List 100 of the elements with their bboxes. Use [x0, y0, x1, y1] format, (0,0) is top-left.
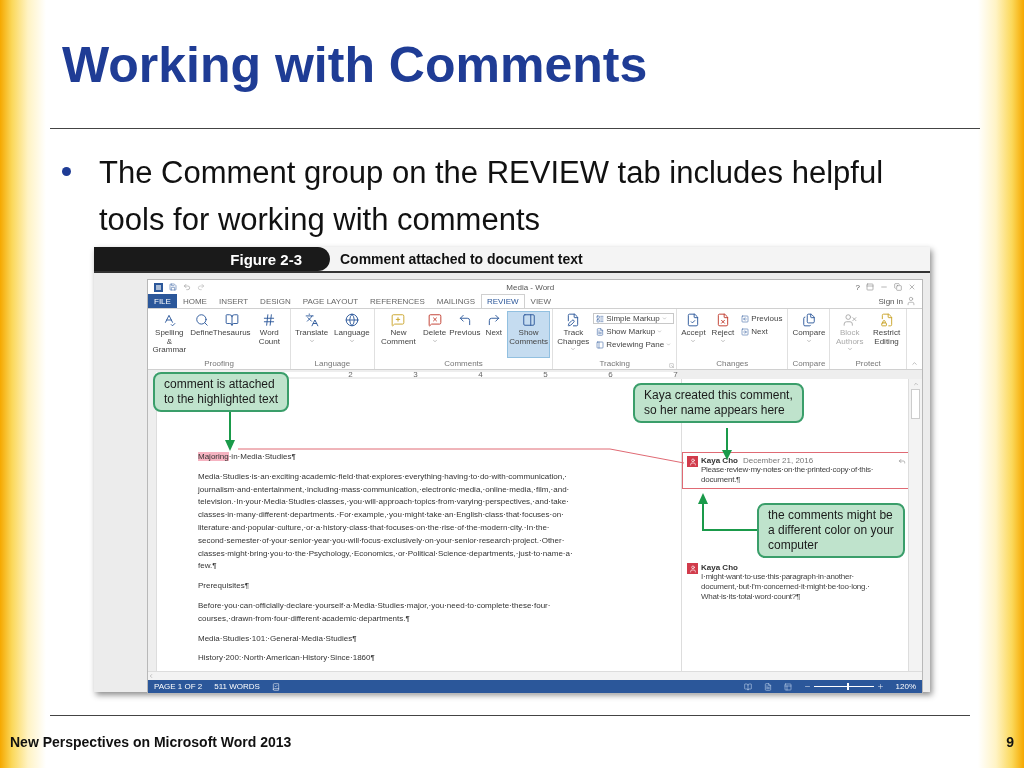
arrow-right-icon [486, 313, 501, 327]
comment-text: I·might·want·to·use·this·paragraph·in·another· document,·but·I'm·concerned·it·might·be·too·long.· What·is·its·total·word·count?¶ [701, 572, 871, 602]
comment-delete-icon [427, 313, 442, 327]
files-icon [801, 313, 816, 327]
ribbon-button[interactable]: Define [190, 311, 213, 358]
redo-icon[interactable] [197, 283, 205, 291]
ribbon-button[interactable]: Previous [738, 313, 786, 324]
ribbon-button[interactable]: Language [332, 311, 372, 358]
ribbon-button[interactable]: Delete [422, 311, 447, 358]
ribbon-button[interactable]: Show Comments [506, 311, 551, 358]
ruler-number: 7 [672, 370, 679, 379]
scroll-up-icon[interactable] [912, 381, 919, 387]
callout: Kaya created this comment, so her name appears here [633, 383, 804, 423]
dialog-launcher-icon[interactable] [669, 363, 675, 368]
comment-plus-icon [391, 313, 406, 327]
ruler-number: 5 [542, 370, 549, 379]
ribbon-button[interactable]: Thesaurus [214, 311, 249, 358]
ribbon-button[interactable]: Track Changes [555, 311, 592, 358]
reply-icon[interactable] [898, 456, 906, 465]
pane-icon [596, 340, 605, 349]
ribbon-button[interactable]: Reviewing Pane [593, 339, 675, 350]
callout: comment is attached to the highlighted text [153, 372, 290, 412]
file-x-icon [715, 313, 730, 327]
ribbon-button[interactable]: Spelling & Grammar [150, 311, 189, 358]
word-count[interactable]: 511 WORDS [214, 682, 260, 691]
comment-date: December 21, 2016 [742, 456, 814, 465]
group-label: Tracking [599, 359, 630, 368]
app-logo-icon [154, 282, 163, 292]
globe-icon [344, 313, 359, 327]
vertical-scrollbar[interactable] [908, 379, 922, 671]
zoom-out-icon[interactable] [803, 683, 811, 690]
undo-icon[interactable] [183, 283, 191, 291]
ruler-number: 4 [477, 370, 484, 379]
ribbon-button[interactable]: Translate [293, 311, 331, 358]
group-label: Compare [792, 359, 826, 368]
minimize-icon[interactable] [880, 283, 888, 291]
save-icon[interactable] [169, 283, 177, 291]
document-paragraph: Prerequisites¶ [198, 580, 250, 593]
ribbon-button[interactable]: Next [482, 311, 505, 358]
callout-arrow [225, 410, 235, 451]
document-icon [596, 327, 605, 336]
footer-text: New Perspectives on Microsoft Word 2013 [10, 734, 292, 750]
ribbon-display-icon[interactable] [866, 283, 874, 291]
figure-caption: Comment attached to document text [340, 251, 583, 267]
help-button[interactable]: ? [855, 282, 860, 292]
scroll-left-icon[interactable] [148, 673, 154, 679]
figure-number: Figure 2-3 [94, 247, 330, 271]
user-icon [906, 296, 916, 306]
avatar-icon [687, 563, 698, 574]
close-icon[interactable] [908, 283, 916, 291]
file-check-icon [686, 313, 701, 327]
horizontal-scrollbar[interactable] [148, 671, 922, 680]
slide-title: Working with Comments [62, 36, 649, 95]
bullet-icon [62, 167, 71, 176]
comment-text: Please·review·my·notes·on·the·printed·copy·of·this· document.¶ [701, 465, 875, 485]
arrow-left-icon [741, 314, 750, 323]
comment-card[interactable]: Kaya Cho December 21, 2016 Please·review·my·notes·on·the·printed·copy·of·this· document.¶ [682, 452, 908, 489]
document-heading: Majoring·in·Media·Studies¶ [198, 451, 297, 463]
ribbon-button[interactable]: New Comment [376, 311, 421, 358]
restore-icon[interactable] [894, 283, 902, 291]
collapse-icon[interactable] [911, 360, 918, 367]
ribbon-button[interactable]: Reject [709, 311, 737, 358]
ribbon-tab[interactable]: FILE [148, 294, 177, 308]
web-layout-icon[interactable] [783, 682, 792, 691]
callout-arrow [698, 493, 758, 531]
window-title: Media - Word [505, 282, 556, 292]
comment-card[interactable]: Kaya Cho I·might·want·to·use·this·paragraph·in·another· document,·but·I'm·concerned·it·might·be·too·long.· What·is·its·total·word·count?¶ [682, 559, 908, 606]
ribbon-button[interactable]: Compare [790, 311, 828, 358]
document-paragraph: History·200:·North·American·History·Since·1860¶ [198, 652, 376, 665]
sign-in-link[interactable]: Sign in [878, 296, 903, 306]
zoom-in-icon[interactable] [876, 683, 884, 690]
page-count[interactable]: PAGE 1 OF 2 [154, 682, 203, 691]
document-paragraph: Media·Studies·101:·General·Media·Studies¶ [198, 632, 358, 645]
scrollbar-thumb[interactable] [911, 389, 920, 419]
markup-dropdown[interactable]: Simple Markup [593, 313, 675, 324]
proofing-icon[interactable] [271, 682, 280, 691]
ribbon-button[interactable]: Show Markup [593, 326, 675, 337]
panel-icon [521, 313, 536, 327]
arrow-right-icon [741, 327, 750, 336]
ruler-number: 2 [347, 370, 354, 379]
zoom-level[interactable]: 120% [895, 682, 916, 691]
ribbon-button[interactable]: Word Count [250, 311, 289, 358]
ribbon-button[interactable]: Previous [448, 311, 481, 358]
print-layout-icon[interactable] [763, 682, 772, 691]
list-icon [596, 314, 605, 323]
group-label: Changes [716, 359, 749, 368]
comment-author: Kaya Cho [701, 456, 738, 465]
group-label: Comments [444, 359, 483, 368]
avatar-icon [687, 456, 698, 467]
group-label: Protect [855, 359, 881, 368]
ribbon-button[interactable]: Accept [679, 311, 708, 358]
ruler-number: 6 [607, 370, 614, 379]
ribbon-tab[interactable]: REVIEW [481, 294, 525, 308]
zoom-slider-thumb[interactable] [846, 683, 849, 690]
read-mode-icon[interactable] [743, 682, 752, 691]
hash-icon [262, 313, 277, 327]
ribbon-button[interactable]: Restrict Editing [869, 311, 904, 358]
page-number: 9 [1006, 734, 1014, 750]
spell-check-icon [162, 313, 177, 327]
ribbon-button[interactable]: Next [738, 326, 786, 337]
